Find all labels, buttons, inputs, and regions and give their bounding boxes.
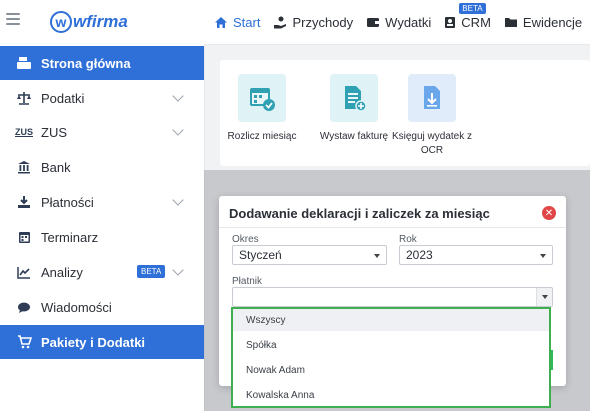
nav-crm[interactable]: CRM BETA (444, 0, 491, 44)
logo-text: wfirma (73, 12, 128, 31)
okres-value: Styczeń (239, 248, 282, 262)
sidebar-item-terminarz[interactable]: Terminarz (0, 220, 204, 254)
sidebar-item-label: Płatności (41, 194, 94, 210)
platnik-field: Płatnik (232, 276, 553, 307)
speech-bubble-icon (16, 299, 32, 315)
nav-wydatki-label: Wydatki (385, 14, 432, 30)
tile-label: Rozlicz miesiąc (227, 131, 297, 142)
sidebar-item-label: ZUS (41, 124, 67, 140)
chevron-down-icon[interactable] (172, 124, 184, 136)
top-bar: w wfirma Start Przychody Wydatki CRM BET… (0, 0, 590, 45)
logo-w-icon: w (50, 11, 72, 33)
top-nav: Start Przychody Wydatki CRM BETA Ewidenc… (214, 0, 590, 44)
calendar-check-icon (238, 74, 286, 122)
tile-wystaw-fakture[interactable]: Wystaw fakturę (309, 74, 399, 144)
option-nowak-adam[interactable]: Nowak Adam (246, 365, 305, 376)
chevron-down-icon[interactable] (172, 194, 184, 206)
platnik-dropdown-list: Wszyscy Spółka Nowak Adam Kowalska Anna (231, 307, 551, 408)
sidebar-item-strona-glowna[interactable]: Strona główna (0, 46, 204, 80)
home-icon (214, 16, 228, 29)
folder-icon (504, 16, 518, 28)
tile-rozlicz-miesiac[interactable]: Rozlicz miesiąc (217, 74, 307, 144)
close-icon[interactable]: ✕ (542, 206, 556, 220)
sidebar-item-podatki[interactable]: Podatki (0, 81, 204, 115)
analizy-beta-badge: BETA (137, 265, 166, 278)
invoice-add-icon (330, 74, 378, 122)
scales-icon (16, 90, 32, 106)
hamburger-menu-icon[interactable] (6, 13, 20, 25)
sidebar-item-platnosci[interactable]: Płatności (0, 185, 204, 219)
chevron-down-icon[interactable] (172, 264, 184, 276)
nav-start-label: Start (233, 14, 261, 30)
caret-down-icon (540, 254, 546, 258)
rok-select[interactable]: 2023 (399, 245, 553, 265)
quick-actions-card: Rozlicz miesiąc Wystaw fakturę Księguj w… (220, 60, 590, 166)
tile-label: Wystaw fakturę (319, 131, 389, 142)
sidebar-item-zus[interactable]: ZUS ZUS (0, 115, 204, 149)
nav-ewidencje[interactable]: Ewidencje (504, 0, 582, 44)
crm-beta-badge: BETA (459, 3, 486, 14)
rok-value: 2023 (406, 248, 433, 262)
bank-icon (16, 159, 32, 175)
sidebar-item-analizy[interactable]: Analizy BETA (0, 255, 204, 289)
rok-field: Rok 2023 (399, 234, 553, 265)
hand-coins-icon (273, 16, 287, 29)
sidebar: Strona główna Podatki ZUS ZUS Bank Płatn… (0, 44, 205, 411)
tile-ksieguj-wydatek[interactable]: Księguj wydatek z OCR (389, 74, 475, 158)
platnik-select[interactable] (232, 287, 553, 307)
modal-title: Dodawanie deklaracji i zaliczek za miesi… (229, 206, 490, 221)
sidebar-item-label: Strona główna (41, 55, 131, 71)
sidebar-item-pakiety[interactable]: Pakiety i Dodatki (0, 325, 204, 359)
nav-wydatki[interactable]: Wydatki (366, 0, 431, 44)
option-kowalska-anna[interactable]: Kowalska Anna (246, 390, 314, 401)
wfirma-logo[interactable]: w wfirma (50, 10, 128, 34)
option-spolka[interactable]: Spółka (246, 340, 277, 351)
okres-field: Okres Styczeń (232, 234, 387, 265)
modal-divider (219, 227, 566, 228)
caret-down-icon (542, 295, 548, 299)
contact-card-icon (444, 16, 456, 29)
nav-crm-label: CRM (461, 14, 491, 30)
caret-down-icon (374, 254, 380, 258)
platnik-label: Płatnik (232, 276, 263, 287)
sidebar-item-label: Terminarz (41, 229, 99, 245)
rok-label: Rok (399, 234, 417, 245)
cash-register-icon (16, 55, 32, 71)
option-wszyscy[interactable]: Wszyscy (246, 315, 285, 326)
nav-przychody[interactable]: Przychody (273, 0, 353, 44)
sidebar-item-wiadomosci[interactable]: Wiadomości (0, 290, 204, 324)
nav-ewidencje-label: Ewidencje (522, 14, 583, 30)
sidebar-item-label: Analizy (41, 264, 83, 280)
sidebar-item-bank[interactable]: Bank (0, 150, 204, 184)
sidebar-item-label: Pakiety i Dodatki (41, 334, 146, 350)
sidebar-item-label: Podatki (41, 90, 85, 106)
download-icon (16, 194, 32, 210)
cart-icon (16, 334, 32, 350)
zus-logo-icon: ZUS (15, 127, 33, 137)
okres-label: Okres (232, 234, 259, 245)
nav-przychody-label: Przychody (292, 14, 354, 30)
chevron-down-icon[interactable] (172, 90, 184, 102)
tile-label: Księguj wydatek z OCR (391, 131, 473, 156)
okres-select[interactable]: Styczeń (232, 245, 387, 265)
nav-start[interactable]: Start (214, 0, 260, 44)
platnik-arrow-button[interactable] (536, 288, 552, 306)
wallet-icon (366, 16, 380, 28)
sidebar-item-label: Wiadomości (41, 299, 112, 315)
sidebar-item-label: Bank (41, 159, 71, 175)
document-upload-icon (408, 74, 456, 122)
line-chart-icon (16, 264, 32, 280)
calendar-icon (16, 229, 32, 245)
